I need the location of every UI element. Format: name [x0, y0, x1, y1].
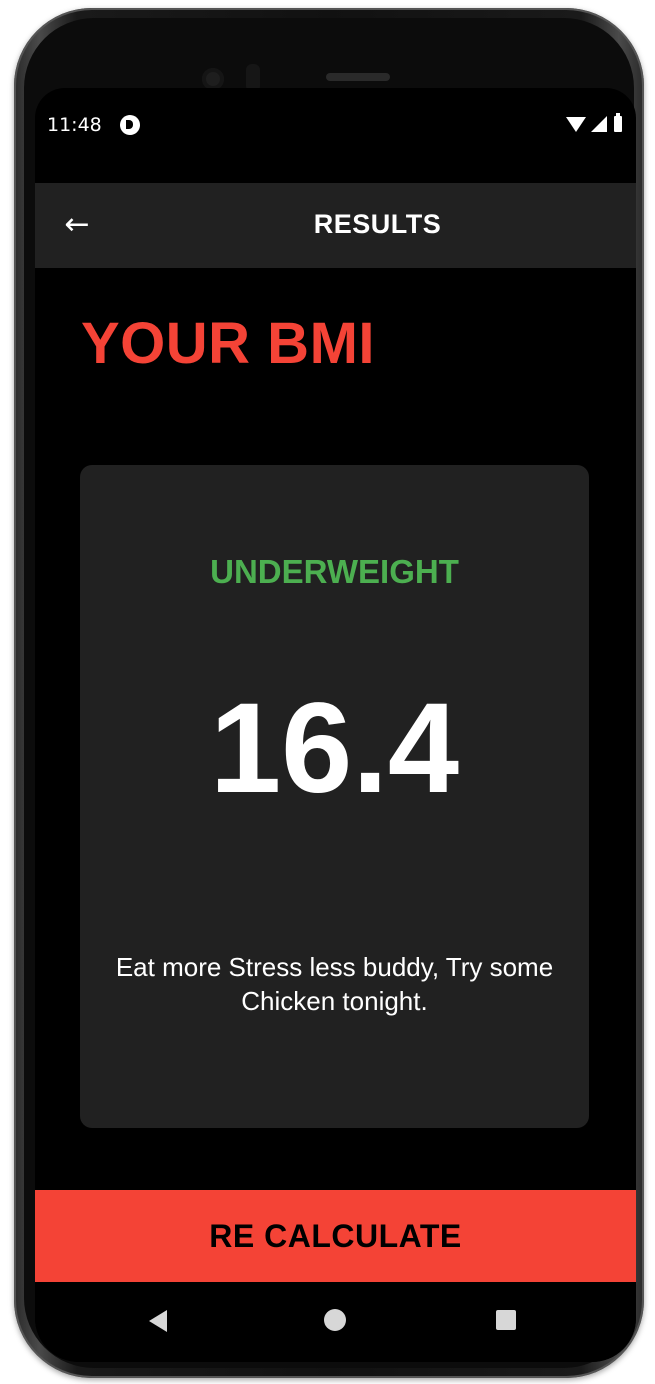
earpiece-speaker: [326, 73, 390, 81]
wifi-icon: [566, 116, 586, 132]
status-indicators: [566, 113, 622, 134]
signal-icon: [591, 116, 607, 132]
app-screen: 11:48 ← RESULTS YOUR BMI UNDERWEIGHT 16.…: [35, 88, 636, 1362]
status-time: 11:48: [47, 114, 102, 136]
bmi-value: 16.4: [209, 677, 460, 820]
notification-app-icon: [120, 115, 140, 135]
nav-recents-icon[interactable]: [496, 1310, 516, 1330]
battery-icon: [614, 113, 622, 132]
nav-back-icon[interactable]: [149, 1310, 167, 1332]
bmi-category-label: UNDERWEIGHT: [210, 553, 459, 590]
result-card: UNDERWEIGHT 16.4 Eat more Stress less bu…: [80, 465, 589, 1128]
nav-home-icon[interactable]: [324, 1309, 346, 1331]
page-title: YOUR BMI: [81, 311, 375, 376]
bmi-advice-message: Eat more Stress less buddy, Try some Chi…: [115, 952, 554, 1016]
front-camera: [202, 68, 224, 90]
app-bar-title: RESULTS: [313, 209, 442, 239]
status-bar: 11:48: [35, 88, 636, 168]
recalculate-button[interactable]: RE CALCULATE: [35, 1190, 636, 1282]
system-navigation-bar: [35, 1282, 636, 1362]
app-bar: ← RESULTS: [35, 183, 636, 268]
